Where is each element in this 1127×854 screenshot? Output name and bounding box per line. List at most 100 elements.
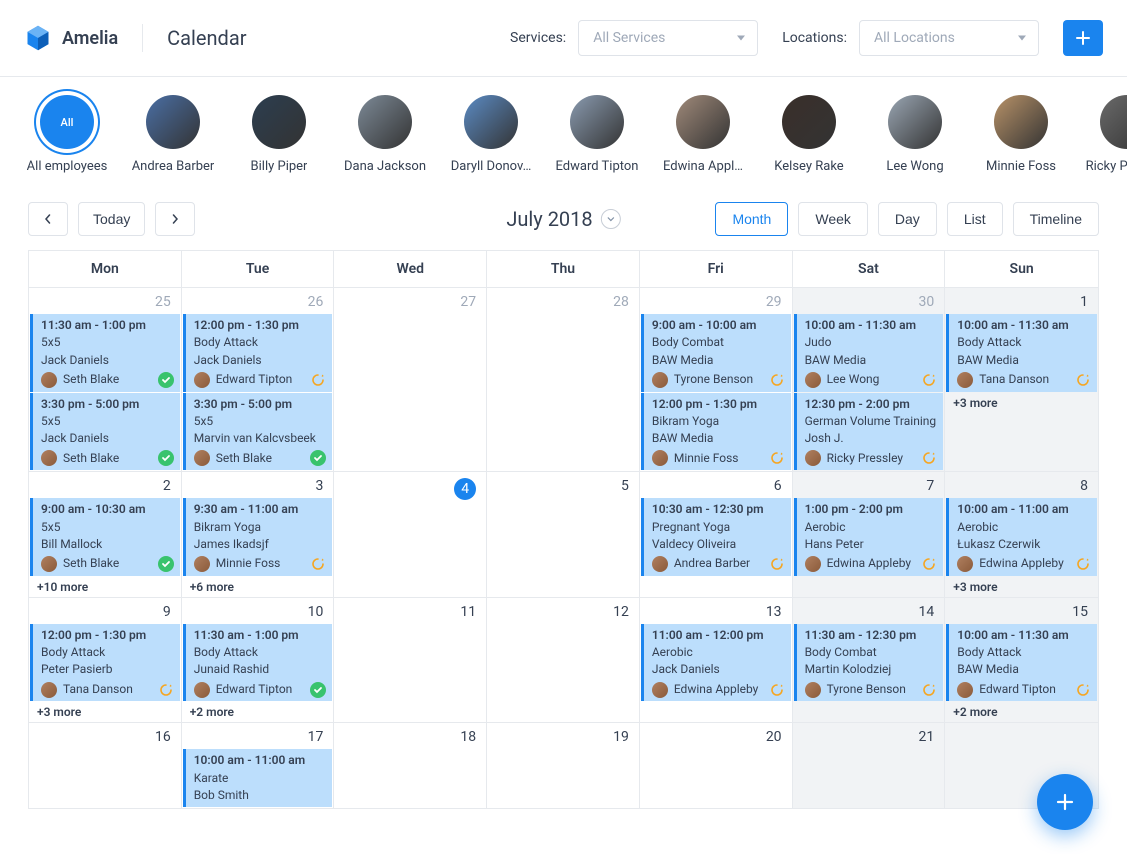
calendar-cell[interactable]: 1311:00 am - 12:00 pmAerobicJack Daniels… [640, 598, 793, 724]
calendar-event[interactable]: 1:00 pm - 2:00 pmAerobicHans PeterEdwina… [794, 498, 944, 576]
view-day[interactable]: Day [878, 202, 937, 236]
more-events-link[interactable]: +3 more [29, 702, 181, 722]
calendar-event[interactable]: 9:00 am - 10:00 amBody CombatBAW MediaTy… [641, 314, 791, 392]
logo[interactable]: Amelia [24, 24, 118, 52]
employee-filter-row: AllAll employees Andrea Barber Billy Piper… [0, 77, 1127, 194]
calendar-event[interactable]: 11:30 am - 1:00 pmBody AttackJunaid Rash… [183, 624, 333, 702]
status-pending-icon [1075, 556, 1091, 572]
calendar-event[interactable]: 10:00 am - 11:30 amJudoBAW MediaLee Wong [794, 314, 944, 392]
calendar-event[interactable]: 10:00 am - 11:30 amBody AttackBAW MediaE… [946, 624, 1097, 702]
calendar-cell[interactable]: 2612:00 pm - 1:30 pmBody AttackJack Dani… [182, 288, 335, 472]
event-title: Aerobic [805, 519, 938, 536]
calendar-cell[interactable]: 20 [640, 723, 793, 809]
calendar-cell[interactable]: 110:00 am - 11:30 amBody AttackBAW Media… [945, 288, 1098, 472]
services-select[interactable]: All Services [578, 20, 758, 56]
calendar-cell[interactable]: 3010:00 am - 11:30 amJudoBAW MediaLee Wo… [793, 288, 946, 472]
calendar-cell[interactable]: 28 [487, 288, 640, 472]
calendar-cell[interactable]: 1710:00 am - 11:00 amKarateBob Smith [182, 723, 335, 809]
calendar-cell[interactable]: 29:00 am - 10:30 am5x5Bill MallockSeth B… [29, 472, 182, 598]
services-label: Services: [510, 30, 566, 46]
more-events-link[interactable]: +10 more [29, 577, 181, 597]
calendar-event[interactable]: 12:00 pm - 1:30 pmBody AttackJack Daniel… [183, 314, 333, 392]
calendar-event[interactable]: 10:30 am - 12:30 pmPregnant YogaValdecy … [641, 498, 791, 576]
employee-filter-0[interactable]: AllAll employees [28, 95, 106, 174]
calendar-cell[interactable]: 1411:30 am - 12:30 pmBody CombatMartin K… [793, 598, 946, 724]
status-pending-icon [1075, 682, 1091, 698]
employee-filter-5[interactable]: Edward Tipton [558, 95, 636, 174]
employee-filter-4[interactable]: Daryll Donov… [452, 95, 530, 174]
calendar-cell[interactable]: 21 [793, 723, 946, 809]
calendar-cell[interactable]: 912:00 pm - 1:30 pmBody AttackPeter Pasi… [29, 598, 182, 724]
day-header: Mon [29, 251, 182, 288]
calendar-cell[interactable]: 299:00 am - 10:00 amBody CombatBAW Media… [640, 288, 793, 472]
calendar-event[interactable]: 11:30 am - 12:30 pmBody CombatMartin Kol… [794, 624, 944, 702]
status-approved-icon [158, 372, 174, 388]
today-button[interactable]: Today [78, 202, 145, 236]
calendar-cell[interactable]: 1510:00 am - 11:30 amBody AttackBAW Medi… [945, 598, 1098, 724]
calendar-cell[interactable]: 11 [334, 598, 487, 724]
calendar-event[interactable]: 11:30 am - 1:00 pm5x5Jack DanielsSeth Bl… [30, 314, 180, 392]
calendar-cell[interactable]: 19 [487, 723, 640, 809]
status-pending-icon [769, 556, 785, 572]
add-button[interactable] [1063, 20, 1103, 56]
employee-filter-10[interactable]: Ricky Pressley [1088, 95, 1127, 174]
day-header: Sun [945, 251, 1098, 288]
view-list[interactable]: List [947, 202, 1003, 236]
calendar-cell[interactable]: 2511:30 am - 1:00 pm5x5Jack DanielsSeth … [29, 288, 182, 472]
day-header: Thu [487, 251, 640, 288]
employee-filter-6[interactable]: Edwina Appl… [664, 95, 742, 174]
employee-filter-1[interactable]: Andrea Barber [134, 95, 212, 174]
view-month[interactable]: Month [715, 202, 788, 236]
calendar-cell[interactable]: 1011:30 am - 1:00 pmBody AttackJunaid Ra… [182, 598, 335, 724]
calendar-cell[interactable]: 610:30 am - 12:30 pmPregnant YogaValdecy… [640, 472, 793, 598]
employee-name: Edwina Appl… [663, 159, 743, 174]
calendar-event[interactable]: 12:30 pm - 2:00 pmGerman Volume Training… [794, 393, 944, 471]
employee-filter-7[interactable]: Kelsey Rake [770, 95, 848, 174]
event-employee: Edwina Appleby [827, 555, 911, 572]
more-events-link[interactable]: +3 more [945, 577, 1098, 597]
calendar-cell[interactable]: 27 [334, 288, 487, 472]
cell-date: 21 [793, 723, 945, 749]
calendar-cell[interactable]: 16 [29, 723, 182, 809]
calendar-event[interactable]: 12:00 pm - 1:30 pmBikram YogaBAW MediaMi… [641, 393, 791, 471]
calendar-event[interactable]: 3:30 pm - 5:00 pm5x5Jack DanielsSeth Bla… [30, 393, 180, 471]
calendar-event[interactable]: 9:00 am - 10:30 am5x5Bill MallockSeth Bl… [30, 498, 180, 576]
next-button[interactable] [155, 202, 195, 236]
locations-select[interactable]: All Locations [859, 20, 1039, 56]
status-pending-icon [769, 450, 785, 466]
event-title: Body Combat [652, 334, 785, 351]
event-time: 12:30 pm - 2:00 pm [805, 396, 938, 413]
employee-filter-9[interactable]: Minnie Foss [982, 95, 1060, 174]
employee-filter-8[interactable]: Lee Wong [876, 95, 954, 174]
employee-filter-2[interactable]: Billy Piper [240, 95, 318, 174]
prev-button[interactable] [28, 202, 68, 236]
calendar-event[interactable]: 10:00 am - 11:00 amAerobicŁukasz Czerwik… [946, 498, 1097, 576]
calendar-event[interactable]: 10:00 am - 11:30 amBody AttackBAW MediaT… [946, 314, 1097, 392]
period-dropdown[interactable] [601, 209, 621, 229]
calendar-cell[interactable]: 5 [487, 472, 640, 598]
calendar-event[interactable]: 12:00 pm - 1:30 pmBody AttackPeter Pasie… [30, 624, 180, 702]
more-events-link[interactable]: +2 more [182, 702, 334, 722]
calendar-cell[interactable]: 18 [334, 723, 487, 809]
calendar-cell[interactable]: 4 [334, 472, 487, 598]
calendar-event[interactable]: 3:30 pm - 5:00 pm5x5Marvin van Kalcvsbee… [183, 393, 333, 471]
fab-add-button[interactable] [1037, 774, 1093, 830]
more-events-link[interactable]: +3 more [945, 393, 1098, 413]
more-events-link[interactable]: +6 more [182, 577, 334, 597]
calendar-cell[interactable]: 39:30 am - 11:00 amBikram YogaJames Ikad… [182, 472, 335, 598]
calendar-event[interactable]: 11:00 am - 12:00 pmAerobicJack DanielsEd… [641, 624, 791, 702]
avatar [652, 682, 668, 698]
view-timeline[interactable]: Timeline [1013, 202, 1099, 236]
calendar-event[interactable]: 10:00 am - 11:00 amKarateBob Smith [183, 749, 333, 807]
employee-filter-3[interactable]: Dana Jackson [346, 95, 424, 174]
view-week[interactable]: Week [798, 202, 868, 236]
event-employee: Edward Tipton [979, 681, 1056, 698]
event-time: 10:00 am - 11:00 am [957, 501, 1091, 518]
more-events-link[interactable]: +2 more [945, 702, 1098, 722]
calendar-cell[interactable]: 12 [487, 598, 640, 724]
calendar-event[interactable]: 9:30 am - 11:00 amBikram YogaJames Ikads… [183, 498, 333, 576]
calendar-cell[interactable]: 810:00 am - 11:00 amAerobicŁukasz Czerwi… [945, 472, 1098, 598]
cell-date: 3 [182, 472, 334, 498]
cell-date: 8 [945, 472, 1098, 498]
calendar-cell[interactable]: 71:00 pm - 2:00 pmAerobicHans PeterEdwin… [793, 472, 946, 598]
